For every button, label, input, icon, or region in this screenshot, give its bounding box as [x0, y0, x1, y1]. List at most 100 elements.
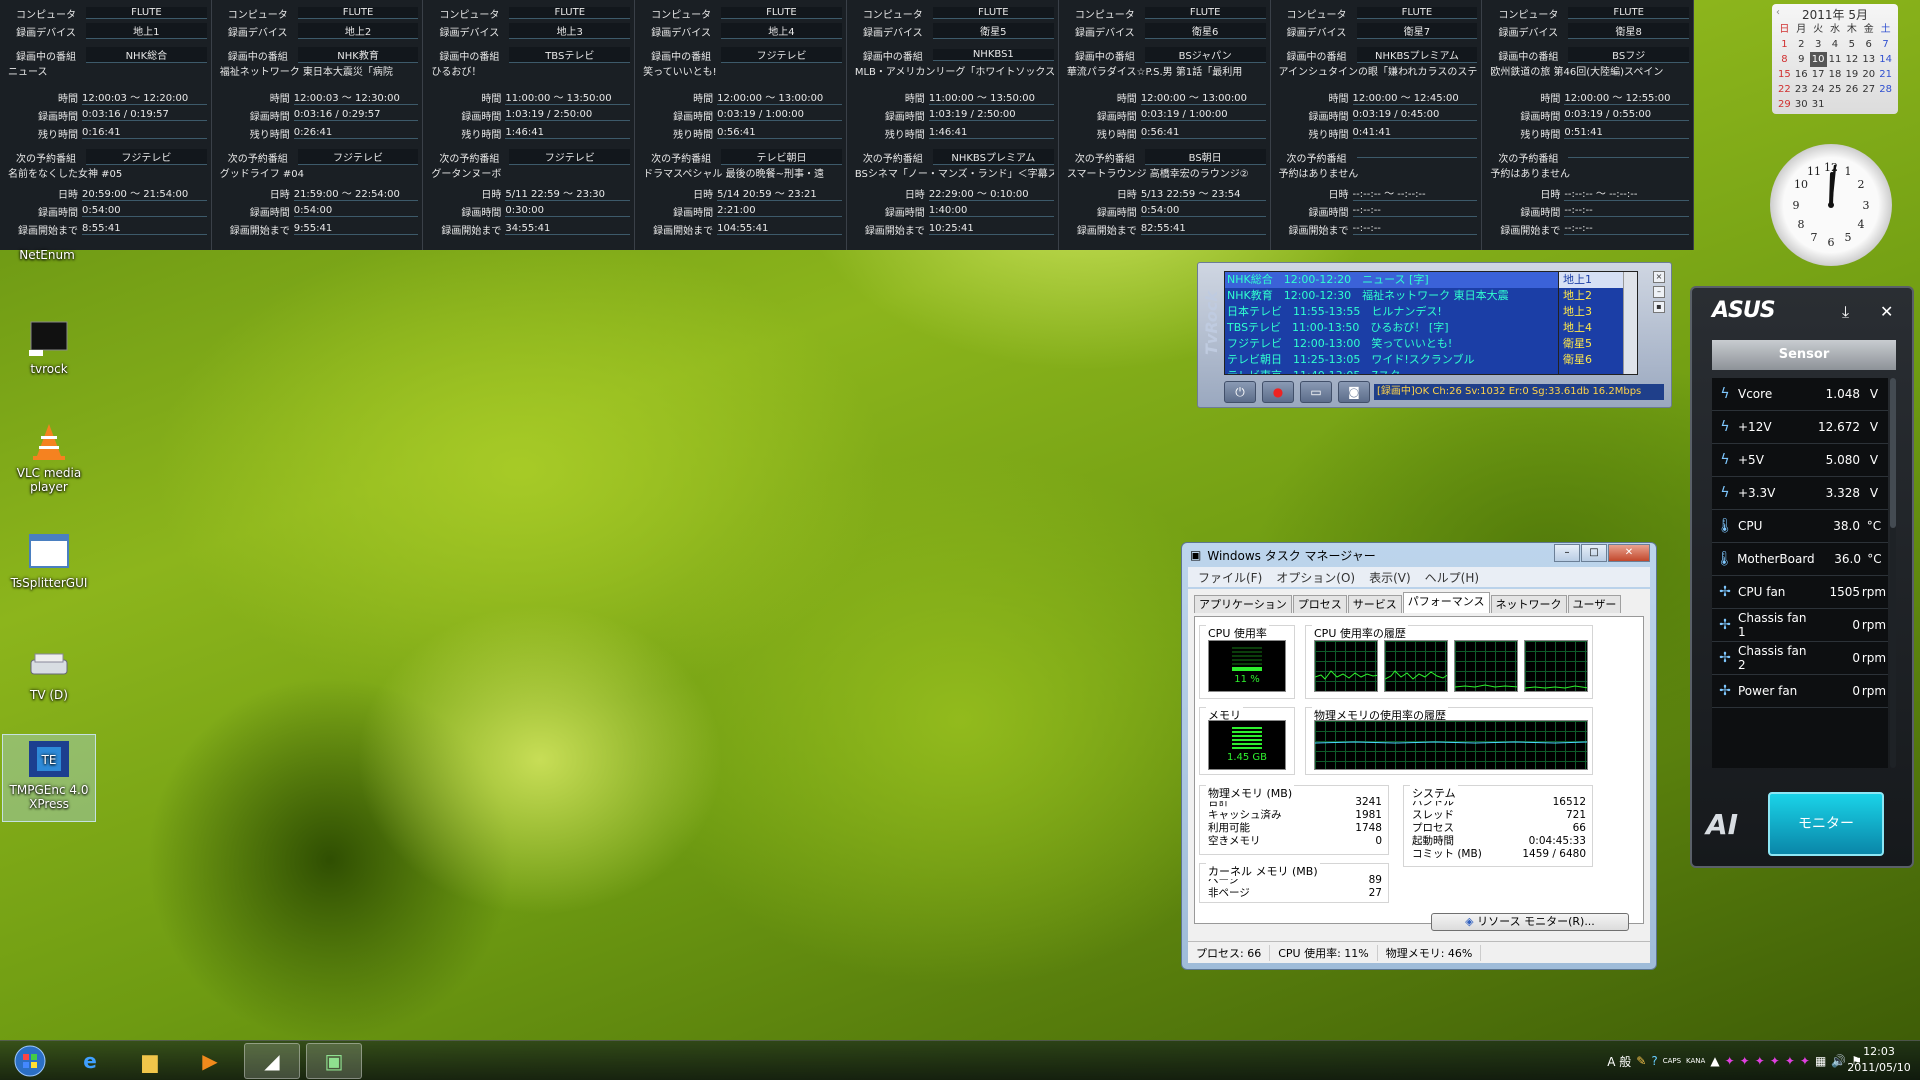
calendar-day[interactable]: 15 — [1776, 67, 1793, 82]
program-list-item[interactable]: テレビ朝日 11:25-13:05 ワイド!スクランブル — [1225, 352, 1599, 368]
close-button[interactable]: ✕ — [1608, 544, 1650, 562]
calendar-day[interactable]: 8 — [1776, 52, 1793, 67]
program-list-item[interactable]: TBSテレビ 11:00-13:50 ひるおび！ [字] — [1225, 320, 1599, 336]
explorer-taskbar-button[interactable]: ▆ — [122, 1043, 178, 1079]
taskmgr-icon: ▣ — [324, 1049, 344, 1073]
tab-4[interactable]: ネットワーク — [1490, 595, 1567, 613]
settings-icon[interactable]: ▪ — [1653, 301, 1665, 313]
calendar-day[interactable]: 6 — [1860, 37, 1877, 52]
panel-row: 次の予約番組 — [1488, 148, 1690, 166]
display-button[interactable]: ▭ — [1300, 381, 1332, 403]
tab-2[interactable]: サービス — [1347, 595, 1402, 613]
tray-app-icon[interactable]: ✦ — [1740, 1054, 1750, 1068]
calendar-day[interactable]: 20 — [1860, 67, 1877, 82]
calendar-day[interactable]: 21 — [1877, 67, 1894, 82]
power-button[interactable]: ⏻ — [1224, 381, 1256, 403]
calendar-day[interactable]: 2 — [1793, 37, 1810, 52]
minimize-button[interactable]: – — [1554, 544, 1580, 562]
calendar-day[interactable]: 27 — [1860, 82, 1877, 97]
program-list-item[interactable]: テレビ東京 11:40-13:05 7スター — [1225, 368, 1599, 374]
tray-app-icon[interactable]: ✦ — [1800, 1054, 1810, 1068]
help-icon[interactable]: ? — [1651, 1054, 1657, 1068]
calendar-day[interactable]: 24 — [1810, 82, 1827, 97]
close-icon[interactable]: × — [1653, 271, 1665, 283]
calendar-day[interactable]: 23 — [1793, 82, 1810, 97]
tab-3[interactable]: パフォーマンス — [1402, 592, 1490, 613]
calendar-day[interactable]: 22 — [1776, 82, 1793, 97]
tab-1[interactable]: プロセス — [1292, 595, 1347, 613]
calendar-day[interactable]: 1 — [1776, 37, 1793, 52]
calendar-day[interactable]: 14 — [1877, 52, 1894, 67]
download-icon[interactable]: ⤓ — [1842, 302, 1849, 322]
calendar-day[interactable]: 13 — [1860, 52, 1877, 67]
calendar-day[interactable]: 31 — [1810, 97, 1827, 112]
field-label: 録画開始まで — [229, 225, 290, 237]
tvrock-channel-list[interactable]: 地上1 地上2 地上3 地上4 衛星5 衛星6 — [1558, 271, 1638, 375]
desktop-icon-netenum[interactable]: NetEnum — [0, 248, 94, 278]
field-value: FLUTE — [1568, 7, 1690, 19]
program-list-item[interactable]: フジテレビ 12:00-13:00 笑っていいとも! — [1225, 336, 1599, 352]
desktop-icon-tvrock[interactable]: tvrock — [2, 318, 96, 376]
scrollbar[interactable] — [1623, 272, 1637, 374]
desktop-icon-tv-drive[interactable]: TV (D) — [2, 644, 96, 702]
calendar-day[interactable]: 11 — [1827, 52, 1844, 67]
menu-item[interactable]: ファイル(F) — [1198, 569, 1262, 586]
calendar-day[interactable]: 17 — [1810, 67, 1827, 82]
panel-row: コンピュータ FLUTE — [853, 4, 1054, 22]
system-tray: A 般 ✎ ? CAPS KANA ▲ ✦ ✦ ✦ ✦ ✦ ✦ ▦ 🔊 ⚑ — [1607, 1043, 1862, 1079]
field-value: 104:55:41 — [717, 223, 842, 235]
tab-5[interactable]: ユーザー — [1567, 595, 1622, 613]
show-hidden-icons[interactable]: ▲ — [1710, 1054, 1719, 1068]
prev-month-icon[interactable]: ‹ — [1776, 7, 1780, 18]
snapshot-button[interactable]: ◙ — [1338, 381, 1370, 403]
tvrock-program-list[interactable]: NHK総合 12:00-12:20 ニュース [字] NHK教育 12:00-12… — [1224, 271, 1600, 375]
close-icon[interactable]: ✕ — [1880, 302, 1893, 321]
calendar-day[interactable]: 25 — [1827, 82, 1844, 97]
record-button[interactable]: ● — [1262, 381, 1294, 403]
menu-item[interactable]: ヘルプ(H) — [1425, 569, 1479, 586]
minimize-icon[interactable]: – — [1653, 286, 1665, 298]
calendar-day[interactable]: 26 — [1843, 82, 1860, 97]
menu-item[interactable]: 表示(V) — [1369, 569, 1411, 586]
calendar-day[interactable]: 30 — [1793, 97, 1810, 112]
calendar-day[interactable]: 19 — [1843, 67, 1860, 82]
calendar-day[interactable]: 16 — [1793, 67, 1810, 82]
media-player-taskbar-button[interactable]: ▶ — [182, 1043, 238, 1079]
tray-app-icon[interactable]: ✦ — [1725, 1054, 1735, 1068]
calendar-day[interactable]: 7 — [1877, 37, 1894, 52]
calendar-day[interactable]: 4 — [1827, 37, 1844, 52]
taskmgr-taskbar-button[interactable]: ▣ — [306, 1043, 362, 1079]
calendar-day[interactable]: 28 — [1877, 82, 1894, 97]
menu-item[interactable]: オプション(O) — [1276, 569, 1355, 586]
ime-indicator[interactable]: A 般 — [1607, 1053, 1631, 1070]
network-icon[interactable]: ▦ — [1815, 1054, 1826, 1068]
calendar-day[interactable]: 18 — [1827, 67, 1844, 82]
calendar-day[interactable]: 3 — [1810, 37, 1827, 52]
calendar-day[interactable]: 29 — [1776, 97, 1793, 112]
taskbar-clock[interactable]: 12:03 2011/05/10 — [1844, 1044, 1914, 1076]
resource-monitor-button[interactable]: ◈ リソース モニター(R)... — [1431, 913, 1629, 931]
start-button[interactable] — [2, 1043, 58, 1079]
tray-app-icon[interactable]: ✦ — [1770, 1054, 1780, 1068]
tray-app-icon[interactable]: ✦ — [1755, 1054, 1765, 1068]
asus-ai-taskbar-button[interactable]: ◢ — [244, 1043, 300, 1079]
program-list-item[interactable]: 日本テレビ 11:55-13:55 ヒルナンデス! — [1225, 304, 1599, 320]
program-list-item[interactable]: NHK教育 12:00-12:30 福祉ネットワーク 東日本大震 — [1225, 288, 1599, 304]
ie-taskbar-button[interactable]: e — [62, 1043, 118, 1079]
monitor-button[interactable]: モニター — [1768, 792, 1884, 856]
scrollbar[interactable] — [1890, 378, 1896, 768]
ime-tools-icon[interactable]: ✎ — [1636, 1054, 1646, 1068]
calendar-day[interactable]: 5 — [1843, 37, 1860, 52]
calendar-day[interactable]: 12 — [1843, 52, 1860, 67]
desktop-icon-tssplitter[interactable]: TsSplitterGUI — [2, 532, 96, 590]
desktop-icon-tmpgenc[interactable]: TE TMPGEnc 4.0 XPress — [2, 734, 96, 822]
desktop-icon-vlc[interactable]: VLC media player — [2, 422, 96, 494]
tab-0[interactable]: アプリケーション — [1194, 595, 1292, 613]
field-value: 衛星5 — [932, 23, 1054, 39]
tray-app-icon[interactable]: ✦ — [1785, 1054, 1795, 1068]
maximize-button[interactable]: □ — [1581, 544, 1607, 562]
calendar-day[interactable]: 9 — [1793, 52, 1810, 67]
calendar-day[interactable]: 10 — [1809, 52, 1827, 67]
program-list-item[interactable]: NHK総合 12:00-12:20 ニュース [字] — [1225, 272, 1599, 288]
stat-value: 721 — [1565, 809, 1586, 821]
